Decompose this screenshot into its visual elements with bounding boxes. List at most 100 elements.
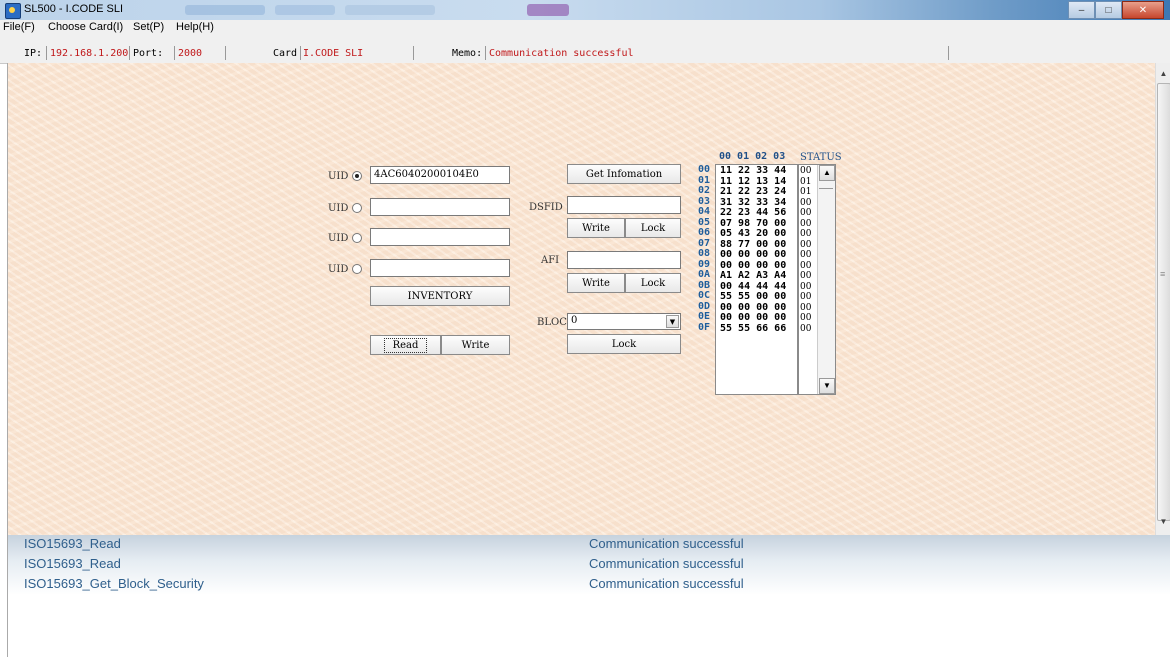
main-vertical-scrollbar[interactable]: ▲ ▼ [1155, 63, 1170, 535]
log-command: ISO15693_Get_Block_Security [24, 576, 204, 591]
window-title: SL500 - I.CODE SLI [24, 3, 124, 15]
port-label: Port: [133, 48, 164, 59]
minimize-button[interactable]: ‒ [1068, 1, 1095, 19]
afi-write-button[interactable]: Write [567, 273, 625, 293]
card-value: I.CODE SLI [303, 48, 364, 59]
memo-value: Communication successful [489, 48, 634, 59]
block-select-value: 0 [571, 315, 578, 326]
uid-field-4[interactable] [370, 259, 510, 277]
get-information-button[interactable]: Get Infomation [567, 164, 681, 184]
grid-row-address: 0E [698, 311, 711, 322]
grid-row-status: 00 [800, 218, 812, 229]
background-window-title-blur [185, 5, 265, 15]
grid-row-status: 01 [800, 187, 812, 197]
read-button[interactable]: Read [370, 335, 441, 355]
title-bar[interactable]: SL500 - I.CODE SLI ‒ □ ✕ [0, 0, 1170, 21]
grid-row-status: 00 [800, 271, 812, 281]
maximize-button[interactable]: □ [1095, 1, 1122, 19]
grid-row-address: 04 [698, 206, 711, 217]
grid-row-data: 00 00 00 00 [720, 249, 787, 260]
grid-row-address: 02 [698, 185, 711, 196]
scroll-thumb[interactable] [1157, 83, 1170, 521]
afi-field[interactable] [567, 251, 681, 269]
grid-column-header: 00 01 02 03 [719, 151, 786, 162]
scroll-down-arrow-icon[interactable]: ▼ [819, 378, 835, 394]
uid-radio-1[interactable] [352, 171, 362, 181]
grid-row-status: 00 [800, 197, 812, 208]
info-bar: IP: 192.168.1.200 Port: 2000 Card I.CODE… [0, 35, 1170, 64]
uid-field-3[interactable] [370, 228, 510, 246]
uid-radio-2[interactable] [352, 203, 362, 213]
grid-row-data: A1 A2 A3 A4 [720, 270, 787, 281]
grid-row-status: 00 [800, 208, 812, 218]
grid-row-status: 00 [800, 239, 812, 250]
port-value: 2000 [178, 48, 203, 59]
grid-row-address: 08 [698, 248, 711, 259]
log-result: Communication successful [589, 576, 744, 591]
dsfid-lock-button[interactable]: Lock [625, 218, 681, 238]
log-panel [7, 535, 1170, 657]
close-button[interactable]: ✕ [1122, 1, 1164, 19]
block-data-panel[interactable]: 11 22 33 44 11 12 13 14 21 22 23 24 31 32 3… [715, 164, 798, 395]
uid-field-2[interactable] [370, 198, 510, 216]
grid-row-data: 11 22 33 44 [720, 165, 787, 176]
menu-help[interactable]: Help(H) [176, 21, 214, 33]
block-lock-button[interactable]: Lock [567, 334, 681, 354]
grid-row-address: 0A [698, 269, 711, 280]
grid-row-status: 00 [800, 302, 812, 313]
status-scroll-thumb[interactable] [819, 180, 833, 189]
afi-label: AFI [541, 255, 560, 266]
grid-row-status: 00 [800, 260, 812, 271]
grid-row-status: 00 [800, 166, 812, 176]
grid-row-status: 00 [800, 292, 812, 302]
scroll-up-arrow-icon[interactable]: ▲ [819, 165, 835, 181]
uid-field-1[interactable]: 4AC60402000104E0 [370, 166, 510, 184]
uid-label-1: UID [328, 171, 349, 182]
scroll-down-arrow-icon[interactable]: ▼ [1156, 515, 1170, 529]
uid-label-3: UID [328, 233, 349, 244]
ip-label: IP: [24, 48, 43, 59]
status-scrollbar[interactable]: ▲ ▼ [817, 165, 835, 394]
menu-file[interactable]: File(F) [3, 21, 35, 33]
dsfid-write-button[interactable]: Write [567, 218, 625, 238]
scroll-up-arrow-icon[interactable]: ▲ [1156, 67, 1170, 81]
grid-row-data: 21 22 23 24 [720, 186, 787, 197]
grid-row-address: 06 [698, 227, 711, 238]
log-result: Communication successful [589, 536, 744, 551]
uid-radio-3[interactable] [352, 233, 362, 243]
grid-row-data: 55 55 00 00 [720, 291, 787, 302]
grid-row-status: 00 [800, 229, 812, 239]
grid-row-data: 55 55 66 66 [720, 322, 787, 334]
write-button[interactable]: Write [441, 335, 510, 355]
memo-label: Memo: [452, 48, 483, 59]
grid-row-data: 05 43 20 00 [720, 228, 787, 239]
afi-lock-button[interactable]: Lock [625, 273, 681, 293]
window-controls: ‒ □ ✕ [1068, 1, 1164, 19]
grid-row-status: 00 [800, 250, 812, 260]
main-panel [7, 63, 1156, 535]
chevron-down-icon[interactable]: ▼ [666, 315, 679, 328]
log-result: Communication successful [589, 556, 744, 571]
grid-row-data: 00 00 00 00 [720, 312, 787, 323]
grid-row-address: 0F [698, 321, 711, 333]
background-window-title-blur [527, 4, 569, 16]
card-label: Card [273, 48, 298, 59]
ip-value: 192.168.1.200 [50, 48, 129, 59]
read-button-label: Read [383, 337, 428, 353]
dsfid-field[interactable] [567, 196, 681, 214]
log-command: ISO15693_Read [24, 536, 121, 551]
block-select[interactable]: 0 ▼ [567, 313, 681, 330]
dsfid-label: DSFID [529, 202, 563, 213]
background-window-title-blur [345, 5, 435, 15]
grid-row-address: 00 [698, 164, 711, 175]
background-window-title-blur [275, 5, 335, 15]
inventory-button[interactable]: INVENTORY [370, 286, 510, 306]
menu-choose-card[interactable]: Choose Card(I) [48, 21, 123, 33]
uid-label-4: UID [328, 264, 349, 275]
grid-row-address: 0C [698, 290, 711, 301]
grid-row-data: 22 23 44 56 [720, 207, 787, 218]
uid-radio-4[interactable] [352, 264, 362, 274]
log-command: ISO15693_Read [24, 556, 121, 571]
menu-set[interactable]: Set(P) [133, 21, 164, 33]
grid-row-status: 00 [800, 313, 812, 323]
